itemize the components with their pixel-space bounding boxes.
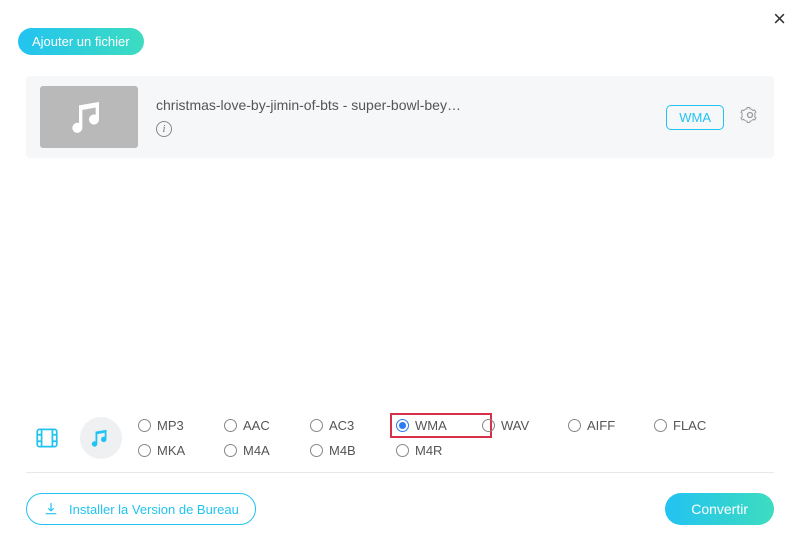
bottom-bar: Installer la Version de Bureau Convertir — [26, 493, 774, 525]
info-icon[interactable]: i — [156, 121, 172, 137]
format-radio-wav[interactable]: WAV — [482, 418, 568, 433]
format-label: M4R — [415, 443, 442, 458]
format-radio-m4a[interactable]: M4A — [224, 443, 310, 458]
file-meta: christmas-love-by-jimin-of-bts - super-b… — [156, 97, 648, 137]
add-file-label: Ajouter un fichier — [32, 34, 130, 49]
format-radio-flac[interactable]: FLAC — [654, 418, 740, 433]
radio-circle — [568, 419, 581, 432]
format-radio-ac3[interactable]: AC3 — [310, 418, 396, 433]
radio-circle — [224, 444, 237, 457]
audio-mode-button[interactable] — [80, 417, 122, 459]
format-radio-m4r[interactable]: M4R — [396, 443, 482, 458]
format-label: M4B — [329, 443, 356, 458]
format-radio-m4b[interactable]: M4B — [310, 443, 396, 458]
download-icon — [43, 501, 59, 517]
install-desktop-label: Installer la Version de Bureau — [69, 502, 239, 517]
format-radio-mka[interactable]: MKA — [138, 443, 224, 458]
file-format-badge[interactable]: WMA — [666, 105, 724, 130]
add-file-button[interactable]: Ajouter un fichier — [18, 28, 144, 55]
install-desktop-button[interactable]: Installer la Version de Bureau — [26, 493, 256, 525]
format-label: AC3 — [329, 418, 354, 433]
divider — [26, 472, 774, 473]
format-label: FLAC — [673, 418, 706, 433]
radio-circle — [310, 444, 323, 457]
format-label: WMA — [415, 418, 447, 433]
gear-icon[interactable] — [740, 105, 760, 130]
format-label: WAV — [501, 418, 529, 433]
film-icon — [34, 425, 60, 451]
radio-circle — [224, 419, 237, 432]
file-format-label: WMA — [679, 110, 711, 125]
format-label: MP3 — [157, 418, 184, 433]
radio-circle — [138, 419, 151, 432]
video-mode-button[interactable] — [26, 417, 68, 459]
radio-circle — [310, 419, 323, 432]
file-row: christmas-love-by-jimin-of-bts - super-b… — [26, 76, 774, 158]
formats-bar: MP3 AAC AC3 WMA WAV AIFF FLAC MKA M4A M4B M4R — [26, 412, 774, 459]
radio-circle — [482, 419, 495, 432]
convert-label: Convertir — [691, 501, 748, 517]
music-note-icon — [69, 97, 109, 137]
radio-circle — [396, 444, 409, 457]
format-radio-mp3[interactable]: MP3 — [138, 418, 224, 433]
format-radio-wma[interactable]: WMA — [390, 413, 492, 438]
close-icon[interactable]: × — [773, 8, 786, 30]
format-radio-aac[interactable]: AAC — [224, 418, 310, 433]
format-radio-aiff[interactable]: AIFF — [568, 418, 654, 433]
format-radio-grid: MP3 AAC AC3 WMA WAV AIFF FLAC MKA M4A M4B M4R — [138, 418, 740, 458]
format-label: AIFF — [587, 418, 615, 433]
audio-thumbnail — [40, 86, 138, 148]
file-title: christmas-love-by-jimin-of-bts - super-b… — [156, 97, 648, 113]
radio-circle — [138, 444, 151, 457]
radio-circle — [654, 419, 667, 432]
music-icon — [90, 427, 112, 449]
format-label: M4A — [243, 443, 270, 458]
convert-button[interactable]: Convertir — [665, 493, 774, 525]
radio-circle — [396, 419, 409, 432]
format-label: AAC — [243, 418, 270, 433]
format-label: MKA — [157, 443, 185, 458]
